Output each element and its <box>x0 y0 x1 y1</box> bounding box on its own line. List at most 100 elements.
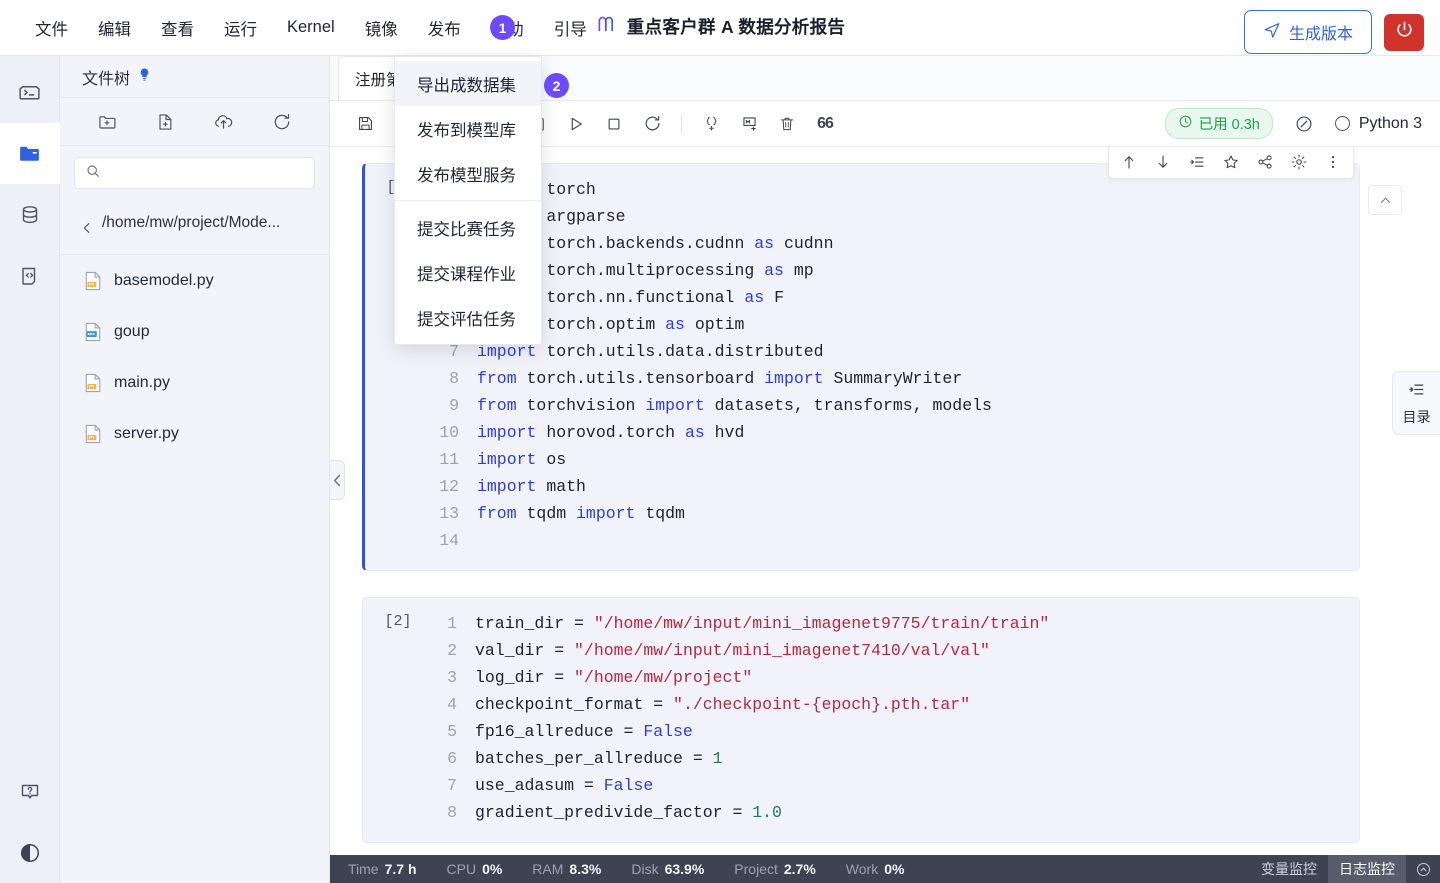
rail-theme[interactable] <box>0 822 60 883</box>
code-line: 10 import horovod.torch as hvd <box>435 419 1359 446</box>
code-line: 12 import math <box>435 473 1359 500</box>
code-line: 5import torch.nn.functional as F <box>435 284 1359 311</box>
file-name-label: goup <box>114 322 150 340</box>
move-cell-up-button[interactable] <box>1113 148 1145 176</box>
quote-button[interactable]: 66 <box>808 109 842 139</box>
code-text: from torch.utils.tensorboard import Summ… <box>477 369 963 388</box>
cell-collapse-button[interactable] <box>1368 185 1402 215</box>
toolbar-divider-2 <box>681 113 682 134</box>
menu-guide[interactable]: 引导 <box>539 10 602 46</box>
power-button[interactable] <box>1384 13 1424 51</box>
line-number: 12 <box>439 477 459 496</box>
rail-files[interactable] <box>0 123 60 184</box>
file-tree-toolbar <box>60 98 329 146</box>
file-search-input[interactable] <box>108 165 304 181</box>
outline-button[interactable] <box>1181 148 1213 176</box>
table-of-contents-tab[interactable]: 目录 <box>1392 371 1440 435</box>
file-tree-item[interactable]: PY main.py <box>60 357 329 408</box>
code-line: 7 use_adasum = False <box>433 772 1359 799</box>
menu-image[interactable]: 镜像 <box>350 10 413 46</box>
menu-publish[interactable]: 发布 <box>413 10 476 46</box>
line-number: 1 <box>447 614 457 633</box>
status-metric-value: 7.7 h <box>384 861 417 877</box>
file-tree-item[interactable]: goup <box>60 306 329 357</box>
code-line: 6 batches_per_allreduce = 1 <box>433 745 1359 772</box>
status-metric-value: 0% <box>884 861 905 877</box>
status-tab[interactable]: 日志监控 <box>1328 855 1406 883</box>
elapsed-time-label: 已用 0.3h <box>1198 117 1260 133</box>
dropdown-item[interactable]: 发布到模型库 <box>395 106 541 151</box>
status-tab-group: 变量监控 日志监控 <box>1250 855 1406 883</box>
power-icon <box>1395 20 1414 44</box>
run-button[interactable] <box>559 109 593 139</box>
status-tab[interactable]: 变量监控 <box>1250 855 1328 883</box>
code-line: 8 from torch.utils.tensorboard import Sum… <box>435 365 1359 392</box>
collapse-left-panel-handle[interactable] <box>330 460 345 500</box>
topbar-actions: 生成版本 <box>1243 10 1424 54</box>
dropdown-item[interactable]: 发布模型服务 <box>395 151 541 196</box>
cell-toolbar <box>1108 147 1354 179</box>
rail-snippets[interactable] <box>0 245 60 306</box>
cell-source[interactable]: 1import torch2import argparse3import tor… <box>435 164 1359 570</box>
settings-button[interactable] <box>1283 148 1315 176</box>
send-icon <box>1263 21 1281 44</box>
delete-cell-button[interactable] <box>770 109 804 139</box>
menu-edit[interactable]: 编辑 <box>83 10 146 46</box>
new-folder-button[interactable] <box>97 112 117 132</box>
insert-markdown-button[interactable] <box>732 109 766 139</box>
file-tree-item[interactable]: PY basemodel.py <box>60 255 329 306</box>
stop-button[interactable] <box>597 109 631 139</box>
share-button[interactable] <box>1249 148 1281 176</box>
file-list: PY basemodel.py goup PY main.py PY server.py <box>60 255 329 459</box>
menu-file[interactable]: 文件 <box>20 10 83 46</box>
dropdown-item[interactable]: 导出成数据集 <box>395 61 541 106</box>
brand-logo-icon <box>595 13 617 40</box>
chevron-left-icon[interactable] <box>80 212 94 240</box>
code-line: 5 fp16_allreduce = False <box>433 718 1359 745</box>
link-button[interactable] <box>1287 109 1321 139</box>
code-text: gradient_predivide_factor = 1.0 <box>475 803 782 822</box>
code-text: log_dir = "/home/mw/project" <box>475 668 753 687</box>
code-line: 11 import os <box>435 446 1359 473</box>
restart-button[interactable] <box>635 109 669 139</box>
insert-code-button[interactable] <box>694 109 728 139</box>
outline-icon <box>1407 380 1426 404</box>
menu-view[interactable]: 查看 <box>146 10 209 46</box>
annotation-badge-2: 2 <box>544 73 569 98</box>
menu-kernel[interactable]: Kernel <box>272 12 350 43</box>
lightbulb-icon[interactable] <box>137 67 152 87</box>
status-metrics: Time 7.7 h CPU 0% RAM 8.3% Disk 63.9% Project 2.7… <box>348 861 934 877</box>
menu-run[interactable]: 运行 <box>209 10 272 46</box>
rail-help[interactable] <box>0 761 60 822</box>
dropdown-item[interactable]: 提交评估任务 <box>395 295 541 340</box>
refresh-button[interactable] <box>272 112 292 132</box>
dropdown-item[interactable]: 提交比赛任务 <box>395 205 541 250</box>
status-metric: Time 7.7 h <box>348 861 417 877</box>
publish-dropdown-menu: 导出成数据集 发布到模型库 发布模型服务 提交比赛任务 提交课程作业 提交评估任务 <box>394 56 542 345</box>
save-button[interactable] <box>348 109 382 139</box>
status-metric-value: 2.7% <box>783 861 816 877</box>
upload-button[interactable] <box>213 111 234 132</box>
rail-datasets[interactable] <box>0 184 60 245</box>
favorite-button[interactable] <box>1215 148 1247 176</box>
more-button[interactable] <box>1317 148 1349 176</box>
rail-terminal[interactable] <box>0 62 60 123</box>
line-number: 6 <box>447 749 457 768</box>
code-text: checkpoint_format = "./checkpoint-{epoch… <box>475 695 971 714</box>
move-cell-down-button[interactable] <box>1147 148 1179 176</box>
elapsed-time-chip: 已用 0.3h <box>1164 108 1273 139</box>
file-search-box[interactable] <box>74 157 315 189</box>
cell-source[interactable]: 1 train_dir = "/home/mw/input/mini_imagen… <box>433 598 1359 842</box>
status-metric-value: 0% <box>482 861 503 877</box>
dropdown-item[interactable]: 提交课程作业 <box>395 250 541 295</box>
notebook-cell[interactable]: [2] 1 train_dir = "/home/mw/input/mini_ima… <box>362 597 1360 843</box>
generate-version-button[interactable]: 生成版本 <box>1243 10 1372 54</box>
kernel-indicator[interactable]: Python 3 <box>1334 115 1422 133</box>
file-tree-item[interactable]: PY server.py <box>60 408 329 459</box>
new-file-button[interactable] <box>155 112 175 132</box>
current-path-row[interactable]: /home/mw/project/Mode... <box>60 200 329 255</box>
line-number: 2 <box>447 641 457 660</box>
status-collapse-button[interactable] <box>1406 855 1440 883</box>
cell-execution-count: [2] <box>384 613 412 630</box>
archive-file-icon <box>84 322 102 342</box>
